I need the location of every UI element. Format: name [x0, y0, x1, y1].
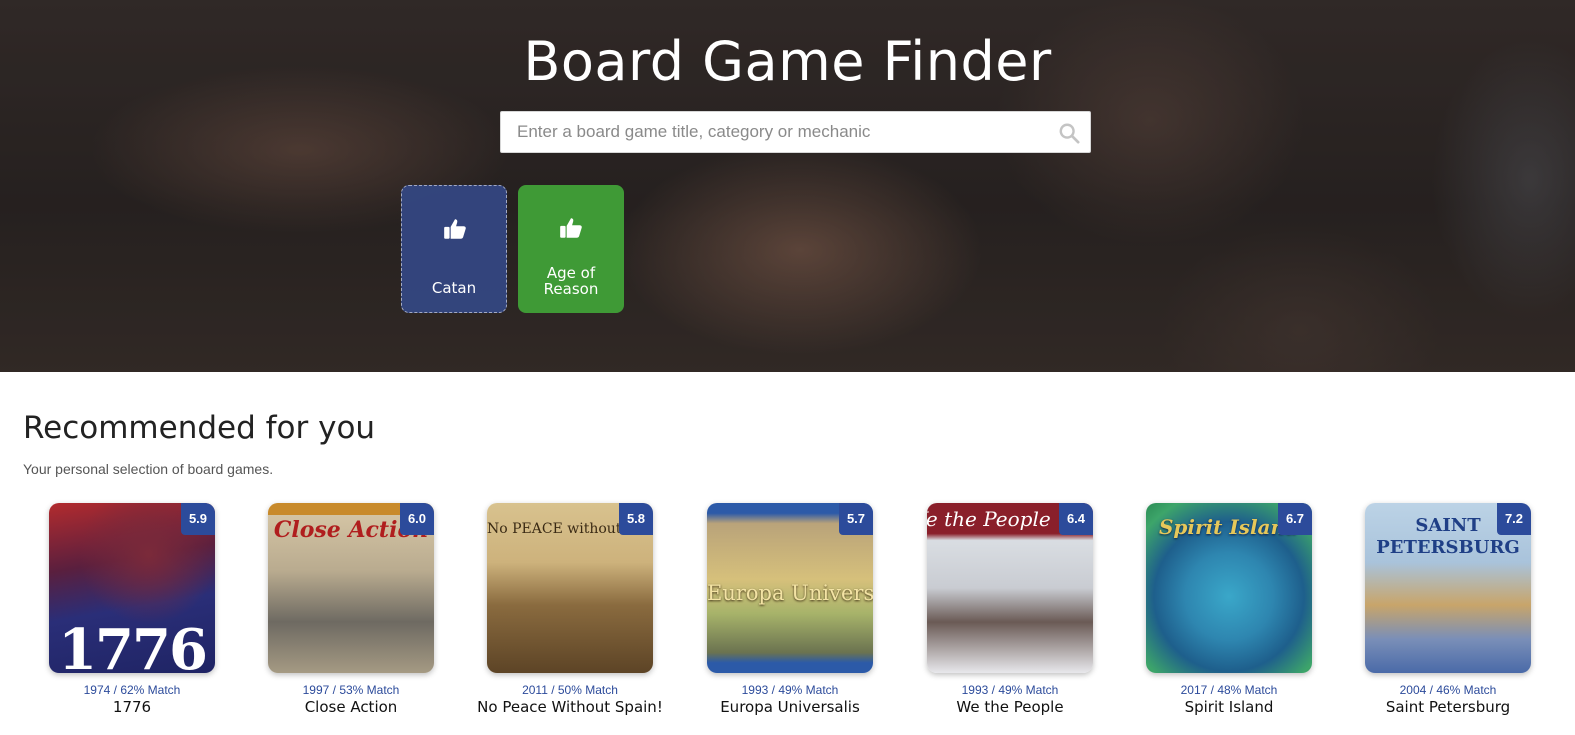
hero-banner: Board Game Finder Catan Age of Reason — [0, 0, 1575, 372]
thumbs-up-icon — [444, 219, 466, 239]
game-name[interactable]: Close Action — [251, 699, 451, 716]
rating-badge: 7.2 — [1497, 503, 1531, 535]
rating-badge: 6.4 — [1059, 503, 1093, 535]
rating-badge: 6.0 — [400, 503, 434, 535]
game-name[interactable]: Saint Petersburg — [1348, 699, 1548, 716]
search-icon[interactable] — [1058, 122, 1080, 144]
search-box — [500, 111, 1091, 153]
game-name[interactable]: 1776 — [32, 699, 232, 716]
search-input[interactable] — [501, 112, 1090, 152]
game-name[interactable]: No Peace Without Spain! — [470, 699, 670, 716]
game-card-close-action[interactable]: Close Action 6.0 1997 / 53% Match Close … — [251, 503, 451, 716]
game-meta: 1993 / 49% Match — [741, 683, 839, 697]
game-cover[interactable]: No PEACE without SPAIN 5.8 — [487, 503, 653, 673]
game-card-1776[interactable]: 1776 5.9 1974 / 62% Match 1776 — [32, 503, 232, 716]
game-cover[interactable]: We the People 6.4 — [927, 503, 1093, 673]
game-cover[interactable]: 1776 5.9 — [49, 503, 215, 673]
game-name[interactable]: Europa Universalis — [690, 699, 890, 716]
game-meta: 2017 / 48% Match — [1180, 683, 1278, 697]
game-name[interactable]: We the People — [910, 699, 1110, 716]
rating-badge: 6.7 — [1278, 503, 1312, 535]
section-title: Recommended for you — [23, 410, 376, 446]
rating-badge: 5.8 — [619, 503, 653, 535]
cover-title: 1776 — [58, 617, 208, 673]
game-meta: 1997 / 53% Match — [302, 683, 400, 697]
game-card-we-the-people[interactable]: We the People 6.4 1993 / 49% Match We th… — [910, 503, 1110, 716]
liked-game-label: Catan — [431, 279, 477, 297]
game-card-no-peace-without-spain[interactable]: No PEACE without SPAIN 5.8 2011 / 50% Ma… — [470, 503, 670, 716]
game-meta: 2011 / 50% Match — [522, 683, 618, 697]
liked-game-age-of-reason[interactable]: Age of Reason — [518, 185, 624, 313]
game-card-saint-petersburg[interactable]: SAINT PETERSBURG 7.2 2004 / 46% Match Sa… — [1348, 503, 1548, 716]
cover-title: Europa Universalis — [707, 581, 873, 605]
game-cover[interactable]: Europa Universalis 5.7 — [707, 503, 873, 673]
game-cover[interactable]: Spirit Island 6.7 — [1146, 503, 1312, 673]
game-meta: 1993 / 49% Match — [961, 683, 1059, 697]
game-cover[interactable]: SAINT PETERSBURG 7.2 — [1365, 503, 1531, 673]
game-meta: 2004 / 46% Match — [1399, 683, 1497, 697]
game-card-spirit-island[interactable]: Spirit Island 6.7 2017 / 48% Match Spiri… — [1129, 503, 1329, 716]
game-cover[interactable]: Close Action 6.0 — [268, 503, 434, 673]
game-name[interactable]: Spirit Island — [1129, 699, 1329, 716]
game-meta: 1974 / 62% Match — [83, 683, 181, 697]
rating-badge: 5.7 — [839, 503, 873, 535]
thumbs-up-icon — [560, 218, 582, 238]
liked-game-catan[interactable]: Catan — [401, 185, 507, 313]
game-card-europa-universalis[interactable]: Europa Universalis 5.7 1993 / 49% Match … — [690, 503, 890, 716]
section-subtitle: Your personal selection of board games. — [23, 461, 274, 477]
cover-title: We the People — [927, 507, 1051, 531]
liked-game-label: Age of Reason — [543, 264, 599, 298]
page-title: Board Game Finder — [523, 30, 1052, 93]
rating-badge: 5.9 — [181, 503, 215, 535]
